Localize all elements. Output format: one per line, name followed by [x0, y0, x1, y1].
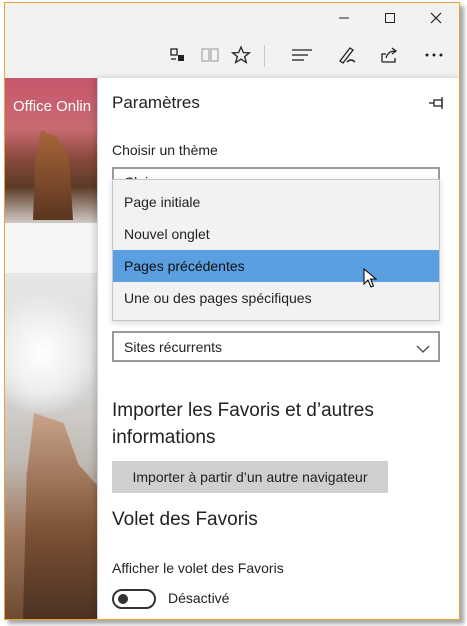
dropdown-option-selected[interactable]: Pages précédentes — [113, 250, 439, 282]
startup-dropdown-menu: Page initiale Nouvel onglet Pages précéd… — [112, 179, 440, 321]
reading-view-icon[interactable] — [196, 41, 224, 69]
dropdown-option[interactable]: Page initiale — [113, 186, 439, 218]
tile-image-cloud — [5, 293, 97, 413]
office-online-tile[interactable]: Office Onlin — [5, 78, 97, 223]
dropdown-option[interactable]: Une ou des pages spécifiques — [113, 282, 439, 314]
web-note-icon[interactable] — [333, 41, 361, 69]
pin-icon[interactable] — [428, 94, 446, 112]
tile-image-rock — [23, 413, 97, 619]
maximize-icon[interactable] — [367, 3, 413, 33]
close-icon[interactable] — [413, 3, 459, 33]
import-button[interactable]: Importer à partir d’un autre navigateur — [112, 461, 388, 493]
more-icon[interactable] — [420, 41, 448, 69]
favorites-bar-label: Afficher le volet des Favoris — [112, 560, 284, 576]
favorites-star-icon[interactable] — [227, 41, 255, 69]
browser-window: Office Onlin Paramètres Choisir un thème… — [4, 2, 460, 620]
tile-image — [33, 130, 73, 220]
translate-icon[interactable] — [164, 41, 192, 69]
newtab-select-value: Sites récurrents — [124, 339, 223, 355]
tile-title: Office Onlin — [13, 98, 92, 115]
hub-icon[interactable] — [288, 41, 316, 69]
share-icon[interactable] — [375, 41, 403, 69]
background-page: Office Onlin — [5, 78, 97, 619]
favorites-bar-heading: Volet des Favoris — [112, 509, 258, 530]
toggle-knob — [118, 594, 128, 604]
chevron-down-icon — [416, 341, 430, 359]
newtab-select[interactable]: Sites récurrents — [112, 331, 440, 362]
import-heading: Importer les Favoris et d’autres informa… — [112, 400, 374, 448]
favorites-bar-toggle[interactable] — [112, 589, 156, 609]
dropdown-option[interactable]: Nouvel onglet — [113, 218, 439, 250]
browser-toolbar — [5, 33, 459, 78]
landscape-tile[interactable] — [5, 273, 97, 619]
title-bar — [5, 3, 459, 33]
mouse-cursor-icon — [363, 267, 378, 293]
toolbar-separator — [264, 45, 265, 67]
panel-title: Paramètres — [112, 93, 200, 112]
minimize-icon[interactable] — [321, 3, 367, 33]
theme-label: Choisir un thème — [112, 142, 218, 158]
settings-panel: Paramètres Choisir un thème Clai Page in… — [97, 78, 459, 619]
toggle-state-label: Désactivé — [168, 590, 230, 606]
